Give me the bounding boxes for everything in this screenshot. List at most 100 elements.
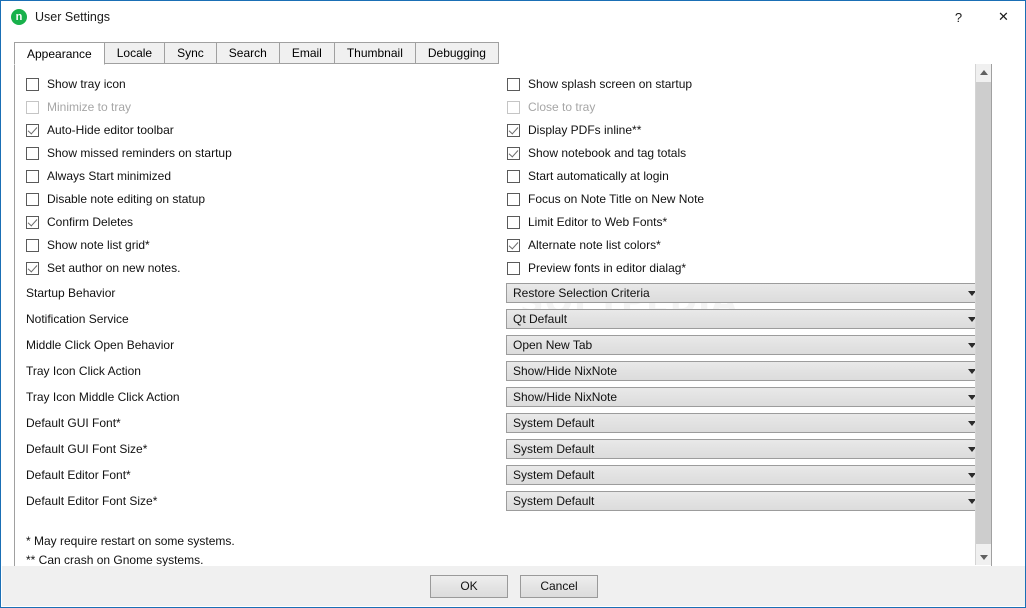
checkbox-row-disable-note-editing-on-statup[interactable]: Disable note editing on statup: [26, 189, 205, 209]
tab-label: Sync: [177, 46, 204, 60]
combobox-value: System Default: [513, 416, 595, 430]
combobox-value: System Default: [513, 442, 595, 456]
checkbox-row-close-to-tray[interactable]: Close to tray: [507, 97, 595, 117]
combobox-default-gui-font[interactable]: System Default: [506, 413, 984, 433]
combobox-middle-click-open-behavior[interactable]: Open New Tab: [506, 335, 984, 355]
checkbox-row-minimize-to-tray[interactable]: Minimize to tray: [26, 97, 131, 117]
checkbox-row-show-note-list-grid[interactable]: Show note list grid*: [26, 235, 150, 255]
combobox-notification-service[interactable]: Qt Default: [506, 309, 984, 329]
combobox-value: Show/Hide NixNote: [513, 364, 618, 378]
checkbox-unchecked-icon[interactable]: [26, 192, 39, 206]
checkbox-row-alternate-note-list-colors[interactable]: Alternate note list colors*: [507, 235, 661, 255]
checkbox-unchecked-icon[interactable]: [507, 192, 520, 206]
checkbox-checked-icon[interactable]: [26, 215, 39, 229]
checkbox-unchecked-icon[interactable]: [507, 77, 520, 91]
checkbox-label: Show tray icon: [47, 77, 126, 91]
user-settings-dialog: n User Settings ? ✕ Appearance Locale Sync…: [0, 0, 1026, 608]
tab-sync[interactable]: Sync: [164, 42, 217, 64]
nixnote-icon: n: [11, 9, 27, 25]
vertical-scrollbar[interactable]: [975, 64, 991, 565]
checkbox-checked-icon[interactable]: [26, 261, 39, 275]
help-icon[interactable]: ?: [936, 2, 981, 32]
checkbox-label: Show note list grid*: [47, 238, 150, 252]
chevron-up-icon: [979, 69, 988, 75]
checkbox-row-always-start-minimized[interactable]: Always Start minimized: [26, 166, 171, 186]
checkbox-label: Close to tray: [528, 100, 596, 114]
checkbox-label: Disable note editing on statup: [47, 192, 206, 206]
checkbox-row-show-missed-reminders-on-startup[interactable]: Show missed reminders on startup: [26, 143, 232, 163]
combobox-value: Show/Hide NixNote: [513, 390, 618, 404]
combobox-startup-behavior[interactable]: Restore Selection Criteria: [506, 283, 984, 303]
checkbox-label: Auto-Hide editor toolbar: [47, 123, 174, 137]
checkbox-checked-icon[interactable]: [26, 123, 39, 137]
checkbox-row-show-tray-icon[interactable]: Show tray icon: [26, 74, 126, 94]
setting-label-tray-icon-middle-click-action: Tray Icon Middle Click Action: [26, 390, 180, 404]
close-icon[interactable]: ✕: [981, 2, 1025, 32]
checkbox-row-limit-editor-to-web-fonts[interactable]: Limit Editor to Web Fonts*: [507, 212, 667, 232]
checkbox-checked-icon[interactable]: [507, 146, 520, 160]
checkbox-unchecked-icon[interactable]: [507, 100, 520, 114]
checkbox-row-set-author-on-new-notes[interactable]: Set author on new notes.: [26, 258, 180, 278]
tab-label: Thumbnail: [346, 46, 403, 60]
combobox-value: System Default: [513, 468, 595, 482]
checkbox-unchecked-icon[interactable]: [26, 100, 39, 114]
footnote-1: * May require restart on some systems.: [26, 534, 235, 548]
checkbox-label: Alternate note list colors*: [528, 238, 661, 252]
tab-debugging[interactable]: Debugging: [414, 42, 499, 64]
setting-label-middle-click-open-behavior: Middle Click Open Behavior: [26, 338, 175, 352]
checkbox-row-start-automatically-at-login[interactable]: Start automatically at login: [507, 166, 669, 186]
tab-thumbnail[interactable]: Thumbnail: [333, 42, 416, 64]
setting-label-tray-icon-click-action: Tray Icon Click Action: [26, 364, 141, 378]
checkbox-unchecked-icon[interactable]: [507, 169, 520, 183]
tab-appearance[interactable]: Appearance: [14, 42, 105, 65]
ok-button[interactable]: OK: [430, 574, 508, 598]
scroll-down-button[interactable]: [976, 549, 991, 565]
cancel-button[interactable]: Cancel: [520, 574, 598, 598]
checkbox-checked-icon[interactable]: [507, 238, 520, 252]
combobox-value: Qt Default: [513, 312, 568, 326]
checkbox-label: Minimize to tray: [47, 100, 132, 114]
checkbox-checked-icon[interactable]: [507, 123, 520, 137]
checkbox-unchecked-icon[interactable]: [26, 169, 39, 183]
combobox-tray-icon-middle-click-action[interactable]: Show/Hide NixNote: [506, 387, 984, 407]
window-title: User Settings: [35, 10, 111, 24]
tab-locale[interactable]: Locale: [103, 42, 166, 64]
setting-label-notification-service: Notification Service: [26, 312, 129, 326]
checkbox-unchecked-icon[interactable]: [26, 146, 39, 160]
checkbox-row-show-splash-screen-on-startup[interactable]: Show splash screen on startup: [507, 74, 692, 94]
checkbox-label: Start automatically at login: [528, 169, 669, 183]
titlebar-buttons: ? ✕: [936, 2, 1025, 32]
checkbox-row-display-pdfs-inline[interactable]: Display PDFs inline**: [507, 120, 641, 140]
combobox-default-editor-font-size[interactable]: System Default: [506, 491, 984, 511]
tab-email[interactable]: Email: [278, 42, 335, 64]
scrollbar-thumb[interactable]: [976, 82, 991, 544]
checkbox-row-confirm-deletes[interactable]: Confirm Deletes: [26, 212, 133, 232]
tab-label: Search: [228, 46, 267, 60]
checkbox-row-show-notebook-and-tag-totals[interactable]: Show notebook and tag totals: [507, 143, 686, 163]
checkbox-unchecked-icon[interactable]: [26, 238, 39, 252]
combobox-tray-icon-click-action[interactable]: Show/Hide NixNote: [506, 361, 984, 381]
checkbox-label: Limit Editor to Web Fonts*: [528, 215, 668, 229]
scroll-up-button[interactable]: [976, 64, 991, 80]
tab-label: Locale: [116, 46, 153, 60]
checkbox-unchecked-icon[interactable]: [26, 77, 39, 91]
tab-search[interactable]: Search: [215, 42, 280, 64]
checkbox-label: Always Start minimized: [47, 169, 172, 183]
combobox-default-editor-font[interactable]: System Default: [506, 465, 984, 485]
footnote-2: ** Can crash on Gnome systems.: [26, 553, 204, 567]
checkbox-label: Confirm Deletes: [47, 215, 134, 229]
combobox-default-gui-font-size[interactable]: System Default: [506, 439, 984, 459]
chevron-down-icon: [979, 554, 988, 560]
checkbox-row-auto-hide-editor-toolbar[interactable]: Auto-Hide editor toolbar: [26, 120, 174, 140]
checkbox-label: Show missed reminders on startup: [47, 146, 232, 160]
tab-bar: Appearance Locale Sync Search Email Thumbnail…: [14, 42, 992, 65]
checkbox-unchecked-icon[interactable]: [507, 215, 520, 229]
checkbox-row-focus-on-note-title-on-new-note[interactable]: Focus on Note Title on New Note: [507, 189, 704, 209]
checkbox-unchecked-icon[interactable]: [507, 261, 520, 275]
tab-label: Debugging: [427, 46, 486, 60]
combobox-value: System Default: [513, 494, 595, 508]
checkbox-label: Display PDFs inline**: [528, 123, 642, 137]
appearance-panel: SOFTPEDIA® Show tray iconMinimize to tra…: [14, 64, 992, 567]
checkbox-row-preview-fonts-in-editor-dialag[interactable]: Preview fonts in editor dialag*: [507, 258, 686, 278]
checkbox-label: Show notebook and tag totals: [528, 146, 687, 160]
